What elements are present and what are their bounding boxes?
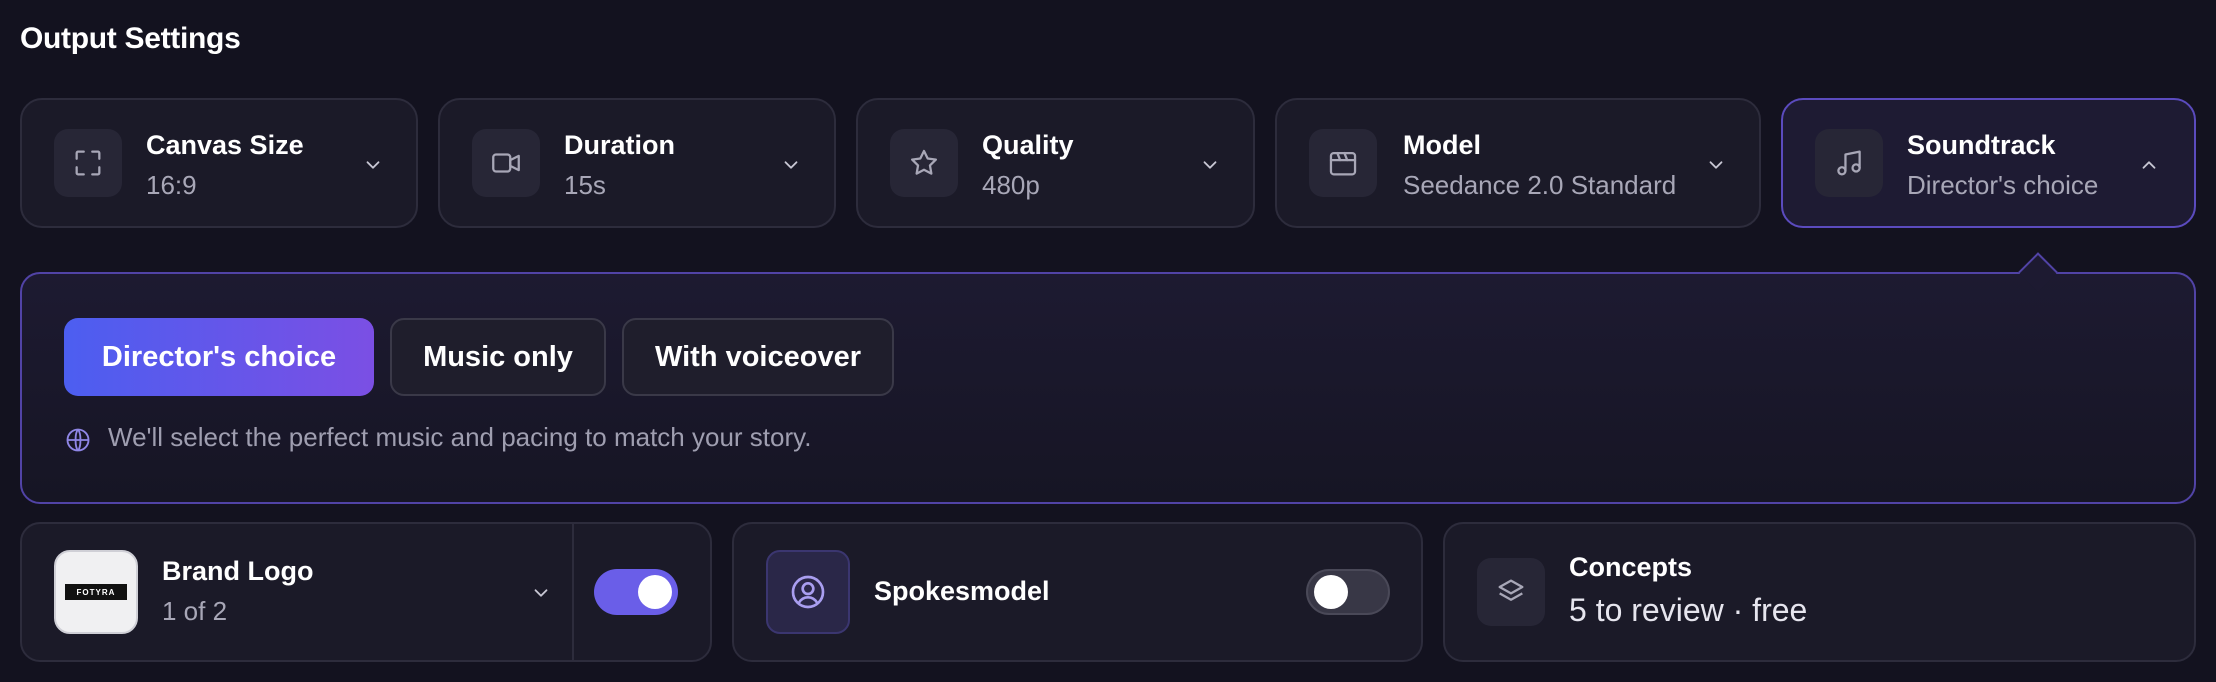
- star-icon: [890, 129, 958, 197]
- chevron-down-icon: [1709, 161, 1723, 169]
- model-value: Seedance 2.0 Standard: [1403, 170, 1677, 200]
- canvas-size-label: Canvas Size: [146, 130, 304, 160]
- canvas-size-dropdown[interactable]: Canvas Size 16:9: [20, 98, 418, 228]
- duration-value: 15s: [564, 170, 606, 200]
- section-title: Output Settings: [20, 22, 241, 55]
- spokesmodel-toggle[interactable]: [1306, 569, 1390, 615]
- soundtrack-options-panel: Director's choice Music only With voiceo…: [20, 272, 2196, 504]
- canvas-size-value: 16:9: [146, 170, 197, 200]
- brand-logo-label: Brand Logo: [162, 556, 314, 586]
- chevron-down-icon[interactable]: [530, 582, 552, 604]
- quality-value: 480p: [982, 170, 1040, 200]
- logo-text: FOTYRA: [76, 587, 116, 597]
- soundtrack-hint: We'll select the perfect music and pacin…: [108, 422, 812, 452]
- chevron-down-icon: [784, 161, 798, 169]
- duration-dropdown[interactable]: Duration 15s: [438, 98, 836, 228]
- logo-image: FOTYRA: [65, 584, 127, 600]
- duration-label: Duration: [564, 130, 675, 160]
- concepts-label: Concepts: [1569, 552, 1693, 582]
- clapperboard-icon: [1309, 129, 1377, 197]
- chevron-down-icon: [366, 161, 380, 169]
- spokesmodel-label: Spokesmodel: [874, 576, 1050, 606]
- expand-icon: [54, 129, 122, 197]
- divider: [572, 524, 574, 660]
- quality-label: Quality: [982, 130, 1074, 160]
- option-music-only[interactable]: Music only: [390, 318, 606, 396]
- model-label: Model: [1403, 130, 1481, 160]
- user-circle-icon: [766, 550, 850, 634]
- brand-logo-toggle[interactable]: [594, 569, 678, 615]
- video-icon: [472, 129, 540, 197]
- soundtrack-value: Director's choice: [1907, 170, 2099, 200]
- soundtrack-label: Soundtrack: [1907, 130, 2056, 160]
- concepts-value: 5 to review · free: [1569, 592, 1808, 628]
- music-icon: [1815, 129, 1883, 197]
- toggle-knob: [1314, 575, 1348, 609]
- brand-logo-value: 1 of 2: [162, 596, 228, 626]
- brand-logo-card: FOTYRA Brand Logo 1 of 2: [20, 522, 712, 662]
- toggle-knob: [638, 575, 672, 609]
- chevron-down-icon: [1203, 161, 1217, 169]
- brand-logo-thumbnail[interactable]: FOTYRA: [54, 550, 138, 634]
- option-directors-choice[interactable]: Director's choice: [64, 318, 374, 396]
- model-dropdown[interactable]: Model Seedance 2.0 Standard: [1275, 98, 1761, 228]
- chevron-up-icon: [2142, 161, 2156, 169]
- layers-icon: [1477, 558, 1545, 626]
- option-with-voiceover[interactable]: With voiceover: [622, 318, 894, 396]
- concepts-card[interactable]: Concepts 5 to review · free: [1443, 522, 2196, 662]
- globe-icon: [66, 428, 90, 452]
- soundtrack-dropdown[interactable]: Soundtrack Director's choice: [1781, 98, 2196, 228]
- spokesmodel-card: Spokesmodel: [732, 522, 1423, 662]
- quality-dropdown[interactable]: Quality 480p: [856, 98, 1255, 228]
